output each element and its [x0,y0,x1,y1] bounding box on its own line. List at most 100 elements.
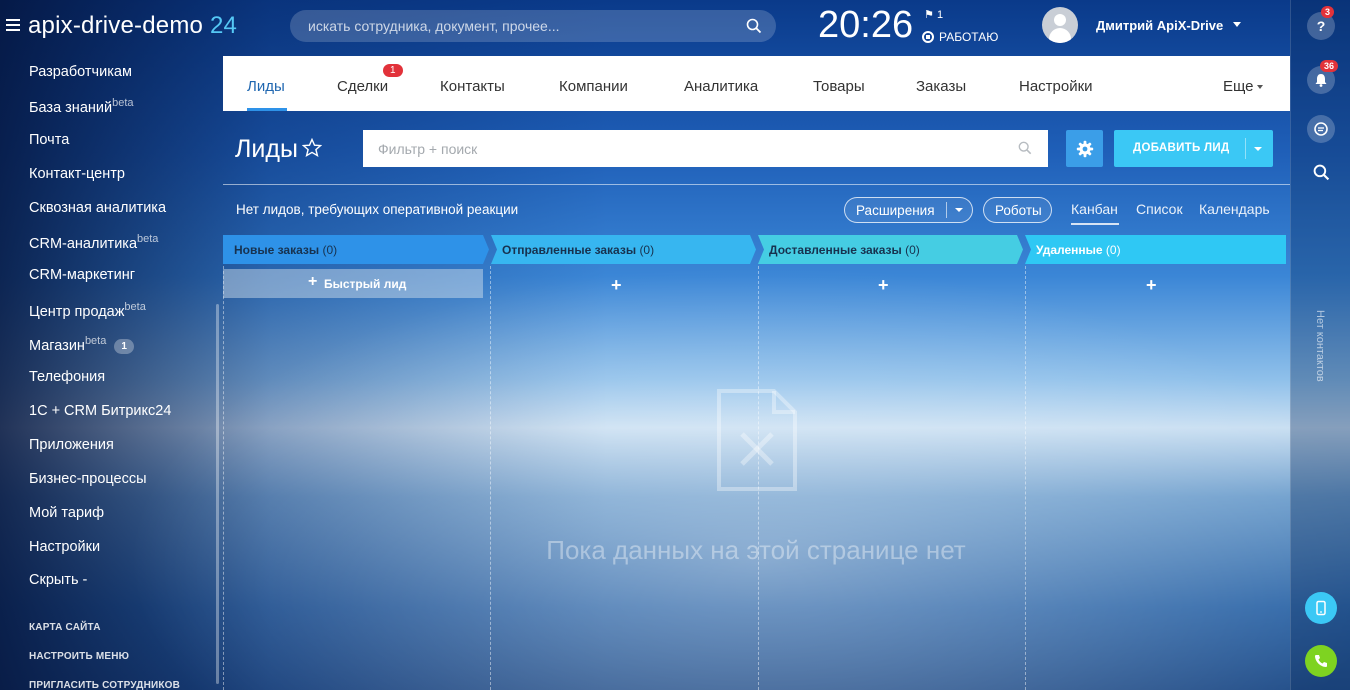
beta-label: beta [84,335,107,347]
stage-sent[interactable]: Отправленные заказы (0) [491,235,751,264]
column-divider [1025,266,1026,690]
chevron-down-icon[interactable] [955,208,963,212]
stage-deleted[interactable]: Удаленные (0) [1025,235,1286,264]
view-kanban[interactable]: Канбан [1071,201,1118,217]
menu-item-telephony[interactable]: Телефония [29,369,105,385]
tab-products[interactable]: Товары [813,78,865,95]
menu-item-analytics[interactable]: Сквозная аналитика [29,200,166,216]
button-separator [946,202,947,218]
menu-item-label: Телефония [29,369,106,385]
stage-name: Доставленные заказы [769,243,902,257]
tab-leads[interactable]: Лиды [247,78,285,95]
menu-item-knowledge[interactable]: База знанийbeta [29,97,134,116]
stage-title: Отправленные заказы (0) [502,243,654,257]
search-icon[interactable] [1018,141,1032,155]
page-title: Лиды [235,135,298,163]
notifications-badge: 36 [1320,60,1339,72]
extensions-button[interactable]: Расширения [844,197,973,223]
view-list[interactable]: Список [1136,201,1183,217]
quick-lead-button[interactable]: + Быстрый лид [223,269,483,298]
tab-settings[interactable]: Настройки [1019,78,1093,95]
stage-new[interactable]: Новые заказы (0) [223,235,483,264]
add-item-plus-icon[interactable]: + [611,275,622,296]
menu-scrollbar[interactable] [216,304,219,684]
menu-item-contact-center[interactable]: Контакт-центр [29,166,125,182]
menu-item-bizproc[interactable]: Бизнес-процессы [29,471,147,487]
add-item-plus-icon[interactable]: + [1146,275,1157,296]
notifications-button[interactable]: 36 [1307,60,1339,94]
stage-count: (0) [322,243,338,257]
menu-item-1c[interactable]: 1С + CRM Битрикс24 [29,403,171,419]
stage-delivered[interactable]: Доставленные заказы (0) [758,235,1018,264]
stage-title: Удаленные (0) [1036,243,1121,257]
settings-button[interactable] [1066,130,1103,167]
stage-name: Отправленные заказы [502,243,637,257]
search-button[interactable] [1307,158,1335,186]
tab-contacts[interactable]: Контакты [440,78,505,95]
empty-state-text: Пока данных на этой странице нет [546,535,966,565]
beta-label: beta [112,97,134,109]
menu-item-shop[interactable]: Магазинbeta 1 [29,335,134,354]
chevron-down-icon[interactable] [1233,22,1241,27]
logo-text: apix-drive-demo [28,12,204,39]
column-divider [490,266,491,690]
menu-item-label: 1С + CRM Битрикс24 [29,403,172,419]
sitemap-link[interactable]: КАРТА САЙТА [29,622,101,633]
logo[interactable]: apix-drive-demo 24 [28,12,237,40]
menu-item-sales-center[interactable]: Центр продажbeta [29,301,146,320]
phone-button[interactable] [1305,645,1337,677]
add-lead-button[interactable]: ДОБАВИТЬ ЛИД [1114,130,1273,167]
help-button[interactable]: ? 3 [1307,6,1335,40]
menu-item-label: CRM-маркетинг [29,267,136,283]
active-view-indicator [1071,223,1119,225]
tab-orders[interactable]: Заказы [916,78,966,95]
menu-item-hide[interactable]: Скрыть - [29,572,87,588]
filter-search-input[interactable] [378,130,998,167]
deals-badge: 1 [383,64,403,77]
quick-lead-label: Быстрый лид [324,277,407,291]
menu-item-crm-analytics[interactable]: CRM-аналитикаbeta [29,233,158,252]
menu-item-tariff[interactable]: Мой тариф [29,505,104,521]
work-status[interactable]: РАБОТАЮ [922,30,998,44]
tab-more[interactable]: Еще [1223,78,1254,95]
global-search[interactable] [290,10,776,42]
search-icon[interactable] [746,18,762,34]
chat-button[interactable] [1307,115,1335,143]
mobile-app-button[interactable] [1305,592,1337,624]
menu-item-label: База знаний [29,99,113,116]
menu-item-label: Скрыть - [29,572,88,588]
robots-button[interactable]: Роботы [983,197,1052,223]
menu-item-label: Сквозная аналитика [29,200,167,216]
view-calendar[interactable]: Календарь [1199,201,1270,217]
menu-item-label: Магазин [29,337,85,354]
clock[interactable]: 20:26 [818,4,913,47]
menu-item-label: Разработчикам [29,64,132,80]
menu-item-crm-marketing[interactable]: CRM-маркетинг [29,267,135,283]
user-name[interactable]: Дмитрий ApiX-Drive [1096,18,1223,33]
flag-counter[interactable]: ⚑ 1 [924,8,943,21]
add-item-plus-icon[interactable]: + [878,275,889,296]
configure-menu-link[interactable]: НАСТРОИТЬ МЕНЮ [29,651,129,662]
menu-item-mail[interactable]: Почта [29,132,69,148]
crm-tabs: Лиды Сделки 1 Контакты Компании Аналитик… [223,56,1290,111]
chevron-down-icon[interactable] [1257,85,1263,89]
avatar[interactable] [1042,7,1078,43]
invite-link[interactable]: ПРИГЛАСИТЬ СОТРУДНИКОВ [29,680,180,690]
star-icon[interactable] [302,138,322,158]
flag-icon: ⚑ [924,9,934,21]
stage-name: Новые заказы [234,243,320,257]
menu-item-developers[interactable]: Разработчикам [29,64,132,80]
menu-item-apps[interactable]: Приложения [29,437,114,453]
chevron-down-icon[interactable] [1254,147,1262,151]
tab-deals[interactable]: Сделки [337,78,388,95]
filter-search[interactable] [363,130,1048,167]
mobile-icon [1316,600,1326,616]
empty-document-icon [717,389,797,491]
menu-item-label: Почта [29,132,70,148]
menu-burger-icon[interactable] [6,19,20,31]
global-search-input[interactable] [308,10,728,42]
tab-analytics[interactable]: Аналитика [684,78,758,95]
menu-item-label: Центр продаж [29,303,125,320]
menu-item-label: CRM-аналитика [29,235,138,252]
tab-companies[interactable]: Компании [559,78,628,95]
